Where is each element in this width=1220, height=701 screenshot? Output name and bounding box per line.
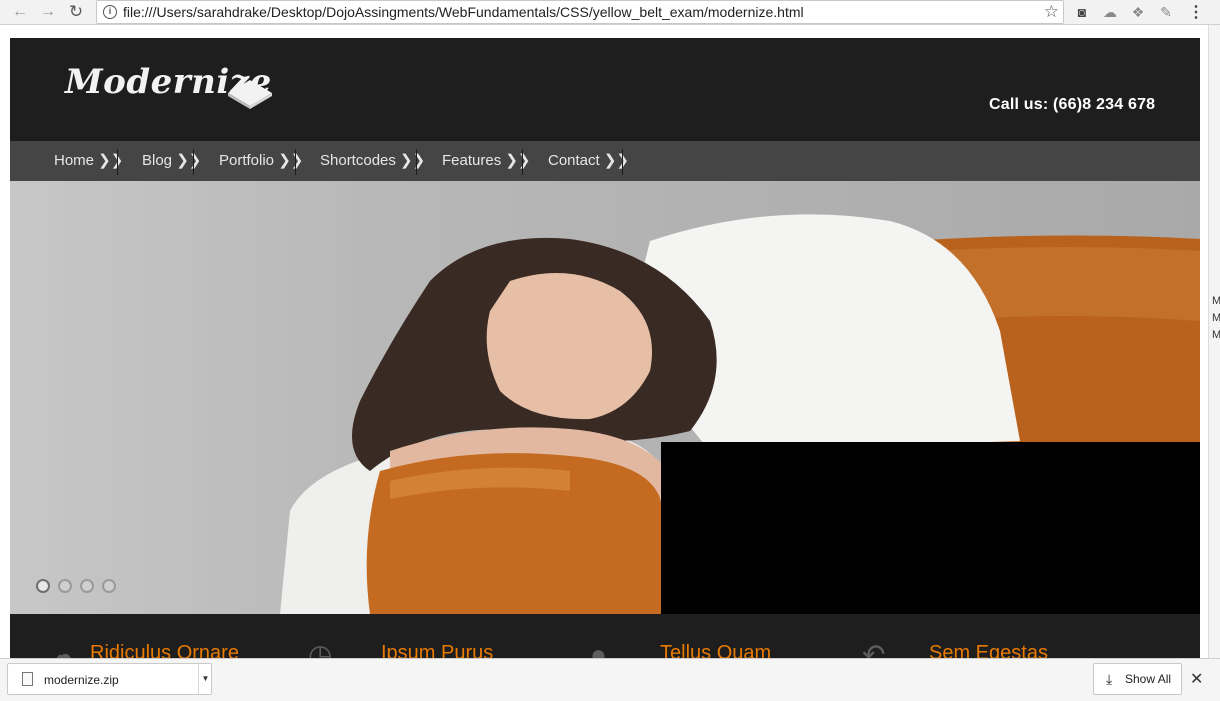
hero-slider (10, 181, 1200, 614)
reload-icon[interactable]: ↻ (66, 2, 86, 22)
cloud-icon: ☁ (48, 639, 76, 658)
slider-dot-2[interactable] (58, 579, 72, 593)
download-item[interactable]: modernize.zip ▼ (7, 663, 212, 695)
feature-title-2[interactable]: Ipsum Purus (381, 642, 493, 658)
logo-diamond-icon (228, 80, 272, 109)
url-text[interactable]: file:///Users/sarahdrake/Desktop/DojoAss… (123, 4, 804, 20)
slider-dot-1[interactable] (36, 579, 50, 593)
show-all-button[interactable]: ⤓ Show All (1093, 663, 1182, 695)
forward-arrow-icon[interactable]: → (38, 2, 58, 22)
address-bar[interactable]: i file:///Users/sarahdrake/Desktop/DojoA… (96, 0, 1064, 24)
downloads-bar: modernize.zip ▼ ⤓ Show All ✕ (0, 658, 1220, 701)
strip-letter: M (1212, 329, 1220, 341)
show-all-label: Show All (1125, 672, 1172, 686)
feature-title-4[interactable]: Sem Egestas (929, 642, 1048, 658)
clock-icon: ◷ (308, 639, 333, 658)
back-arrow-icon[interactable]: ← (10, 2, 30, 22)
strip-letter: M (1212, 312, 1220, 324)
browser-menu-icon[interactable]: ⋮ (1188, 2, 1204, 22)
modernize-site: Modernize Call us: (66)8 234 678 Home ❯❯… (10, 38, 1200, 658)
site-header: Modernize Call us: (66)8 234 678 (10, 38, 1200, 141)
nav-separator (622, 149, 623, 175)
nav-separator (117, 149, 118, 175)
eyedropper-extension-icon[interactable]: ✎ (1157, 3, 1175, 21)
close-icon[interactable]: ✕ (1190, 669, 1203, 689)
nav-item-portfolio[interactable]: Portfolio ❯❯ (219, 141, 303, 181)
feature-title-1[interactable]: Ridiculus Ornare (90, 642, 239, 658)
main-nav: Home ❯❯ Blog ❯❯ Portfolio ❯❯ Shortcodes … (10, 141, 1200, 181)
nav-item-shortcodes[interactable]: Shortcodes ❯❯ (320, 141, 425, 181)
bookmark-star-icon[interactable]: ☆ (1044, 2, 1059, 22)
nav-separator (193, 149, 194, 175)
nav-separator (295, 149, 296, 175)
location-pin-icon: ● (590, 639, 607, 658)
nav-separator (522, 149, 523, 175)
chevron-down-icon[interactable]: ▼ (198, 664, 212, 694)
slider-dot-3[interactable] (80, 579, 94, 593)
call-us-text: Call us: (66)8 234 678 (989, 96, 1156, 113)
cloud-extension-icon[interactable]: ☁ (1101, 3, 1119, 21)
page-viewport: Modernize Call us: (66)8 234 678 Home ❯❯… (0, 25, 1220, 658)
undo-arrow-icon: ↶ (862, 639, 886, 658)
browser-toolbar: ← → ↻ i file:///Users/sarahdrake/Desktop… (0, 0, 1220, 25)
download-file-name[interactable]: modernize.zip (44, 673, 119, 687)
nav-item-home[interactable]: Home ❯❯ (54, 141, 123, 181)
slider-dot-4[interactable] (102, 579, 116, 593)
feature-title-3[interactable]: Tellus Quam (660, 642, 771, 658)
features-row: ☁ Ridiculus Ornare ◷ Ipsum Purus ● Tellu… (10, 614, 1200, 658)
download-arrow-icon: ⤓ (1106, 671, 1113, 687)
pocket-extension-icon[interactable]: ◙ (1073, 3, 1091, 21)
strip-letter: M (1212, 295, 1220, 307)
file-icon (22, 672, 33, 686)
black-overlay-box (661, 442, 1200, 614)
nav-item-features[interactable]: Features ❯❯ (442, 141, 531, 181)
adjacent-window-strip: M M M (1208, 25, 1220, 658)
nav-separator (416, 149, 417, 175)
nav-item-contact[interactable]: Contact ❯❯ (548, 141, 629, 181)
dropbox-extension-icon[interactable]: ❖ (1129, 3, 1147, 21)
info-icon[interactable]: i (103, 5, 117, 19)
